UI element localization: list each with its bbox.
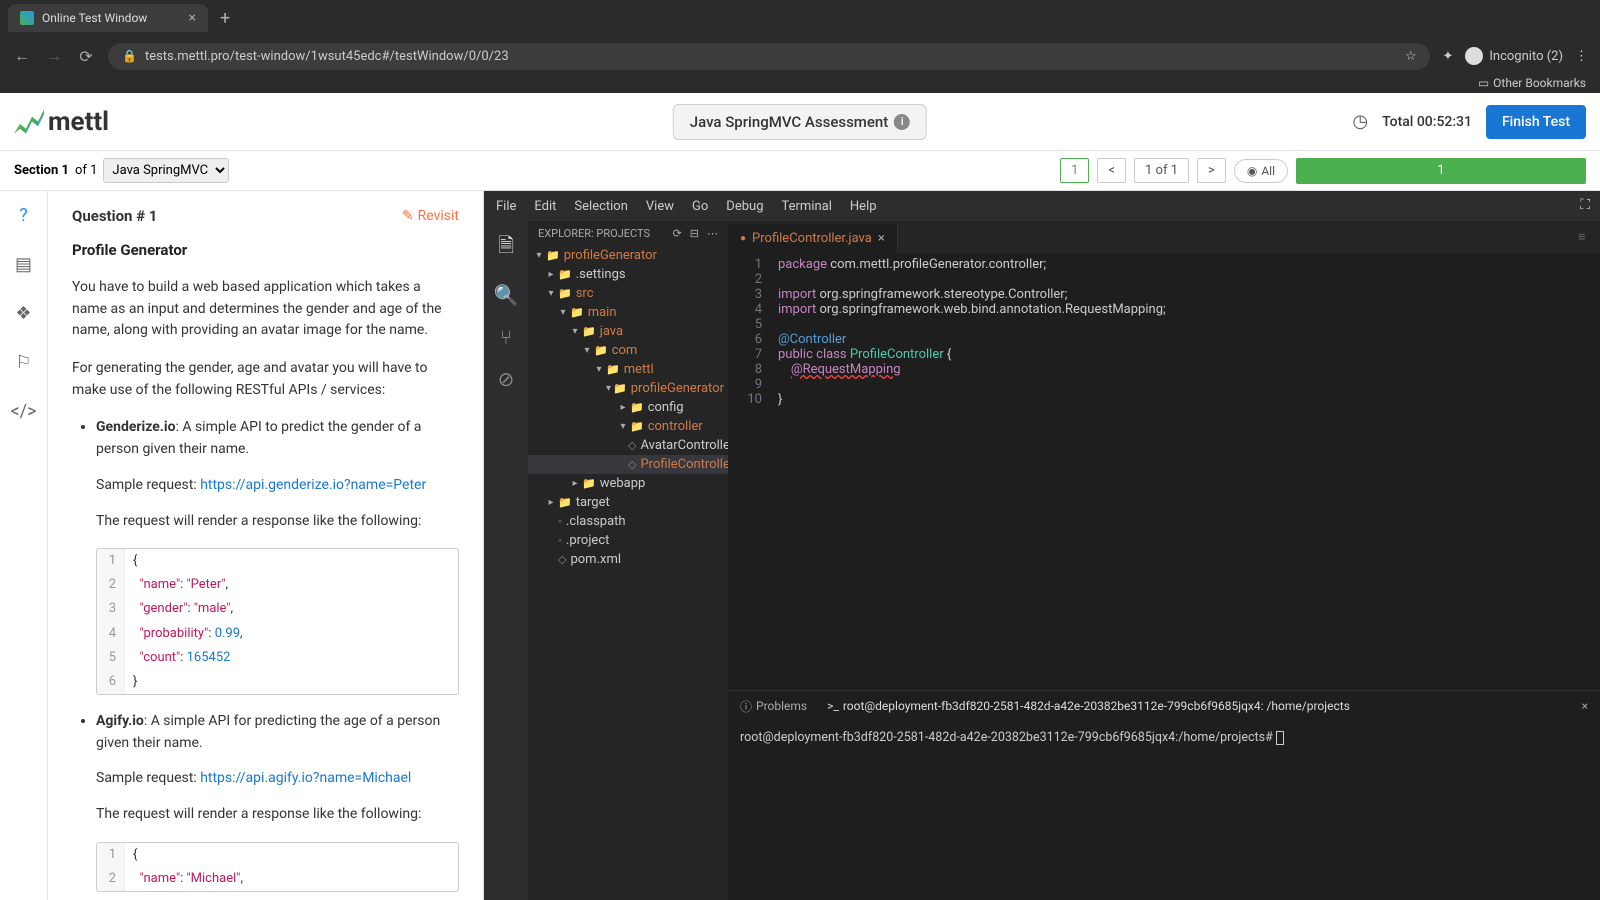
progress-bar[interactable]: 1 bbox=[1296, 158, 1586, 184]
tree-item[interactable]: ▾📁profileGenerator bbox=[528, 379, 728, 398]
logo: mettl bbox=[14, 107, 109, 137]
search-icon[interactable]: 🔍 bbox=[494, 283, 519, 307]
tree-item[interactable]: ◇AvatarController.java bbox=[528, 436, 728, 455]
collapse-icon[interactable]: ⊟ bbox=[690, 227, 699, 240]
problems-tab[interactable]: ⓘ Problems bbox=[740, 698, 807, 715]
info-icon[interactable]: i bbox=[894, 114, 910, 130]
explorer-title: EXPLORER: PROJECTS bbox=[538, 227, 650, 240]
tree-item[interactable]: ▾📁controller bbox=[528, 417, 728, 436]
tab-favicon bbox=[20, 11, 34, 25]
page-number[interactable]: 1 bbox=[1060, 158, 1089, 183]
api-item: Genderize.io: A simple API to predict th… bbox=[96, 417, 459, 695]
menu-file[interactable]: File bbox=[496, 199, 516, 214]
browser-tab[interactable]: Online Test Window × bbox=[8, 4, 208, 32]
forward-button[interactable]: → bbox=[44, 46, 64, 66]
close-tab-icon[interactable]: × bbox=[878, 231, 885, 246]
reload-button[interactable]: ⟳ bbox=[76, 47, 96, 66]
back-button[interactable]: ← bbox=[12, 46, 32, 66]
fullscreen-icon[interactable]: ⛶ bbox=[1580, 197, 1590, 213]
close-tab-icon[interactable]: × bbox=[189, 10, 196, 26]
url-text: tests.mettl.pro/test-window/1wsut45edc#/… bbox=[145, 49, 509, 64]
menu-edit[interactable]: Edit bbox=[534, 199, 556, 214]
section-of: of 1 bbox=[75, 163, 97, 178]
lock-icon: 🔒 bbox=[122, 49, 137, 63]
assessment-title: Java SpringMVC Assessment i bbox=[673, 104, 927, 140]
menu-terminal[interactable]: Terminal bbox=[782, 199, 832, 214]
code-editor[interactable]: 1package com.mettl.profileGenerator.cont… bbox=[728, 253, 1600, 690]
incognito-icon bbox=[1465, 47, 1483, 65]
section-label: Section 1 bbox=[14, 163, 69, 178]
explorer-icon[interactable]: 🗎 bbox=[498, 231, 514, 265]
refresh-icon[interactable]: ⟳ bbox=[673, 227, 682, 240]
code-block: 1{2 "name": "Michael", bbox=[96, 842, 459, 892]
tree-item[interactable]: ▾📁src bbox=[528, 284, 728, 303]
file-tree: ▾📁profileGenerator▸📁.settings▾📁src▾📁main… bbox=[528, 246, 728, 900]
tree-item[interactable]: ▸📁target bbox=[528, 493, 728, 512]
revisit-button[interactable]: ✎ Revisit bbox=[402, 208, 459, 224]
ide-menu-bar: File Edit Selection View Go Debug Terminal Help bbox=[484, 191, 1600, 221]
rail-code-icon[interactable]: </> bbox=[11, 401, 37, 422]
other-bookmarks[interactable]: ▭ Other Bookmarks bbox=[1478, 76, 1586, 90]
address-bar[interactable]: 🔒 tests.mettl.pro/test-window/1wsut45edc… bbox=[108, 43, 1430, 70]
timer: Total 00:52:31 bbox=[1382, 114, 1472, 130]
debug-icon[interactable]: ⊘ bbox=[498, 367, 515, 391]
rail-layers-icon[interactable]: ❖ bbox=[15, 303, 31, 324]
question-para: You have to build a web based applicatio… bbox=[72, 277, 459, 342]
clock-icon: ◷ bbox=[1352, 111, 1368, 132]
question-title: Profile Generator bbox=[72, 241, 459, 259]
menu-selection[interactable]: Selection bbox=[574, 199, 627, 214]
tree-item[interactable]: ▾📁java bbox=[528, 322, 728, 341]
tree-item[interactable]: ▸📁.settings bbox=[528, 265, 728, 284]
tree-item[interactable]: ▾📁profileGenerator bbox=[528, 246, 728, 265]
star-icon[interactable]: ☆ bbox=[1405, 49, 1417, 64]
menu-help[interactable]: Help bbox=[850, 199, 877, 214]
logo-mark bbox=[14, 110, 44, 134]
page-next[interactable]: > bbox=[1197, 158, 1226, 183]
tree-item[interactable]: ◦.classpath bbox=[528, 512, 728, 531]
terminal-tab[interactable]: >_ root@deployment-fb3df820-2581-482d-a4… bbox=[827, 699, 1350, 713]
rail-list-icon[interactable]: ▤ bbox=[15, 254, 32, 275]
page-prev[interactable]: < bbox=[1097, 158, 1126, 183]
editor-tab[interactable]: ● ProfileController.java × bbox=[728, 224, 898, 253]
source-control-icon[interactable]: ⑂ bbox=[500, 325, 512, 349]
tab-title: Online Test Window bbox=[42, 11, 147, 25]
all-filter[interactable]: ◉ All bbox=[1234, 159, 1288, 183]
more-icon[interactable]: ⋯ bbox=[707, 227, 718, 240]
tree-item[interactable]: ◦.project bbox=[528, 531, 728, 550]
file-modified-icon: ● bbox=[740, 233, 746, 244]
tree-item[interactable]: ▾📁mettl bbox=[528, 360, 728, 379]
question-para: For generating the gender, age and avata… bbox=[72, 358, 459, 401]
terminal[interactable]: root@deployment-fb3df820-2581-482d-a42e-… bbox=[728, 721, 1600, 900]
finish-test-button[interactable]: Finish Test bbox=[1486, 105, 1586, 139]
extensions-icon[interactable]: ✦ bbox=[1442, 49, 1453, 64]
minimap-icon[interactable]: ≡ bbox=[1578, 229, 1592, 245]
section-select[interactable]: Java SpringMVC bbox=[103, 158, 229, 183]
page-indicator: 1 of 1 bbox=[1134, 158, 1189, 183]
menu-go[interactable]: Go bbox=[692, 199, 708, 214]
tree-item[interactable]: ◇ProfileController.java bbox=[528, 455, 728, 474]
tree-item[interactable]: ▾📁com bbox=[528, 341, 728, 360]
api-item: Agify.io: A simple API for predicting th… bbox=[96, 711, 459, 892]
menu-view[interactable]: View bbox=[646, 199, 674, 214]
tree-item[interactable]: ▸📁webapp bbox=[528, 474, 728, 493]
incognito-badge[interactable]: Incognito (2) bbox=[1465, 47, 1563, 65]
menu-debug[interactable]: Debug bbox=[726, 199, 763, 214]
code-block: 1{2 "name": "Peter",3 "gender": "male",4… bbox=[96, 548, 459, 695]
question-number: Question # 1 bbox=[72, 207, 157, 225]
sample-link[interactable]: https://api.genderize.io?name=Peter bbox=[200, 477, 426, 493]
new-tab-button[interactable]: + bbox=[220, 8, 230, 29]
rail-flag-icon[interactable]: ⚐ bbox=[15, 352, 31, 373]
sample-link[interactable]: https://api.agify.io?name=Michael bbox=[200, 770, 411, 786]
browser-menu-icon[interactable]: ⋮ bbox=[1575, 49, 1588, 64]
tree-item[interactable]: ▸📁config bbox=[528, 398, 728, 417]
cursor bbox=[1276, 731, 1284, 745]
tree-item[interactable]: ◇pom.xml bbox=[528, 550, 728, 569]
tree-item[interactable]: ▾📁main bbox=[528, 303, 728, 322]
rail-help-icon[interactable]: ? bbox=[19, 205, 28, 226]
close-terminal-icon[interactable]: × bbox=[1582, 699, 1588, 713]
